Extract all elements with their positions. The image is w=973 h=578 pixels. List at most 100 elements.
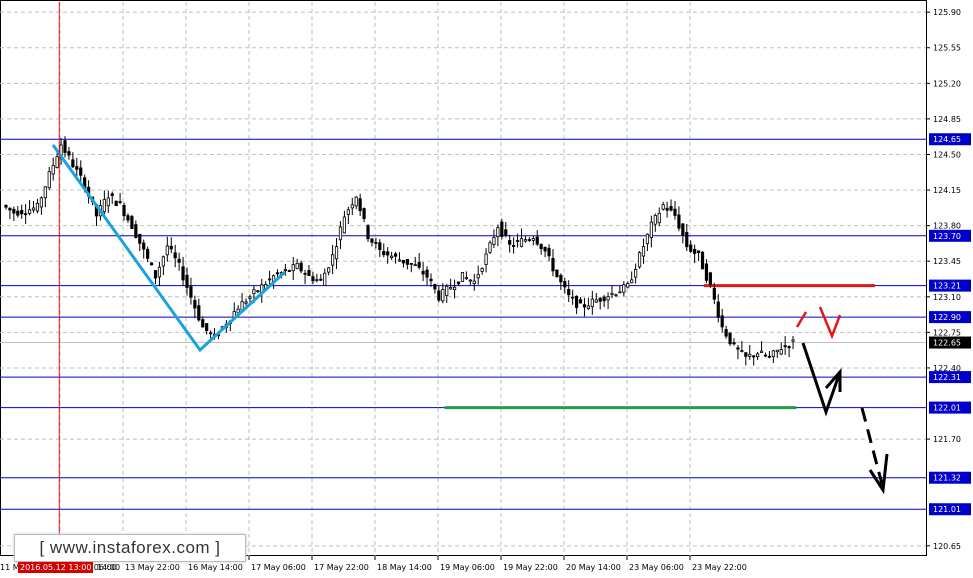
candle-body bbox=[193, 300, 197, 309]
candle-body bbox=[779, 349, 783, 355]
y-tick-label: 122.75 bbox=[933, 328, 961, 337]
candle-body bbox=[508, 240, 512, 245]
candle-body bbox=[43, 186, 47, 199]
candle-body bbox=[393, 253, 398, 257]
candle-body bbox=[323, 272, 327, 287]
candle-body bbox=[142, 242, 146, 250]
candle-body bbox=[138, 233, 142, 244]
candle-body bbox=[626, 283, 630, 288]
candle-body bbox=[602, 296, 606, 302]
candle-body bbox=[299, 262, 303, 272]
candle-body bbox=[500, 221, 504, 237]
candle-body bbox=[20, 209, 24, 215]
watermark-logo: [ www.instaforex.com ] bbox=[14, 534, 246, 562]
y-tick-label: 123.10 bbox=[933, 293, 961, 302]
candle-body bbox=[146, 248, 150, 259]
x-tick-label: 23 May 22:00 bbox=[692, 563, 747, 572]
candle-body bbox=[114, 200, 118, 207]
level-label: 123.21 bbox=[933, 282, 961, 291]
candle-body bbox=[704, 263, 709, 281]
price-axis: 125.90 125.55 125.20 124.85 124.50 124.15 123.… bbox=[926, 8, 961, 551]
candle-body bbox=[700, 251, 705, 270]
candle-body bbox=[543, 246, 547, 252]
candle-body bbox=[189, 286, 193, 298]
candle-body bbox=[496, 227, 500, 238]
candle-body bbox=[425, 269, 429, 278]
candle-body bbox=[12, 208, 16, 214]
candle-body bbox=[756, 353, 760, 358]
candle-body bbox=[574, 295, 579, 308]
candle-body bbox=[413, 264, 417, 267]
y-tick-label: 121.70 bbox=[933, 435, 961, 444]
candle-body bbox=[370, 238, 374, 243]
level-label: 122.01 bbox=[933, 404, 961, 413]
candle-body bbox=[740, 350, 744, 352]
candle-body bbox=[559, 274, 563, 283]
y-tick-label: 123.80 bbox=[933, 222, 961, 231]
candle-body bbox=[787, 346, 791, 349]
y-tick-label: 124.15 bbox=[933, 186, 961, 195]
candle-body bbox=[75, 166, 79, 170]
x-tick-label: 17 May 06:00 bbox=[251, 563, 306, 572]
candle-body bbox=[63, 140, 67, 153]
candle-body bbox=[606, 296, 610, 301]
level-label: 122.31 bbox=[933, 373, 961, 382]
candle-body bbox=[8, 207, 12, 211]
candle-body bbox=[677, 214, 681, 229]
candle-body bbox=[685, 231, 689, 248]
candle-body bbox=[209, 332, 213, 335]
y-tick-label: 124.85 bbox=[933, 115, 961, 124]
candle-body bbox=[476, 274, 480, 279]
candle-body bbox=[315, 279, 319, 282]
candle-body bbox=[598, 297, 602, 302]
y-tick-label: 122.40 bbox=[933, 364, 961, 373]
candle-body bbox=[630, 279, 634, 284]
candle-body bbox=[590, 298, 594, 308]
y-tick-label: 120.65 bbox=[933, 542, 961, 551]
y-tick-label: 123.45 bbox=[933, 257, 961, 266]
candle-body bbox=[622, 284, 626, 293]
alt-arrow-head bbox=[818, 306, 842, 340]
candle-body bbox=[102, 199, 106, 213]
x-tick-label: 20 May 14:00 bbox=[566, 563, 621, 572]
candle-body bbox=[594, 299, 598, 303]
candle-body bbox=[480, 268, 484, 272]
candle-body bbox=[712, 287, 716, 300]
candle-body bbox=[783, 345, 787, 348]
candle-body bbox=[51, 165, 55, 175]
candle-body bbox=[433, 284, 437, 290]
candle-body bbox=[405, 258, 409, 265]
candle-body bbox=[409, 262, 413, 265]
candle-body bbox=[657, 212, 661, 224]
candle-body bbox=[610, 292, 614, 296]
candle-body bbox=[421, 270, 425, 275]
candle-body bbox=[110, 193, 114, 196]
candle-body bbox=[169, 245, 173, 250]
candle-body bbox=[771, 350, 775, 358]
candle-body bbox=[535, 236, 539, 245]
candle-body bbox=[445, 285, 449, 296]
candle-body bbox=[338, 226, 343, 241]
candle-body bbox=[327, 267, 331, 273]
trend-line bbox=[51, 144, 287, 353]
candle-body bbox=[441, 289, 445, 302]
alt-arrow-stem bbox=[795, 311, 808, 328]
price-chart[interactable]: 124.65 123.70 123.21 122.90 122.31 122.01 121.… bbox=[0, 0, 973, 578]
candle-body bbox=[531, 238, 535, 241]
candle-body bbox=[157, 266, 162, 278]
candle-body bbox=[437, 290, 441, 301]
candle-body bbox=[342, 216, 347, 234]
candle-body bbox=[149, 262, 154, 266]
candle-body bbox=[268, 278, 272, 281]
x-tick-label: 17 May 22:00 bbox=[314, 563, 369, 572]
candle-body bbox=[681, 223, 685, 236]
candle-body bbox=[55, 156, 59, 169]
vertical-marker-label: 2016.05.12 13:00 bbox=[18, 562, 94, 573]
candle-body bbox=[456, 281, 461, 285]
candle-body bbox=[523, 239, 528, 242]
candle-body bbox=[736, 347, 740, 350]
candle-body bbox=[31, 207, 36, 211]
candle-body bbox=[71, 159, 75, 168]
candle-body bbox=[484, 253, 488, 265]
candle-body bbox=[24, 213, 28, 216]
